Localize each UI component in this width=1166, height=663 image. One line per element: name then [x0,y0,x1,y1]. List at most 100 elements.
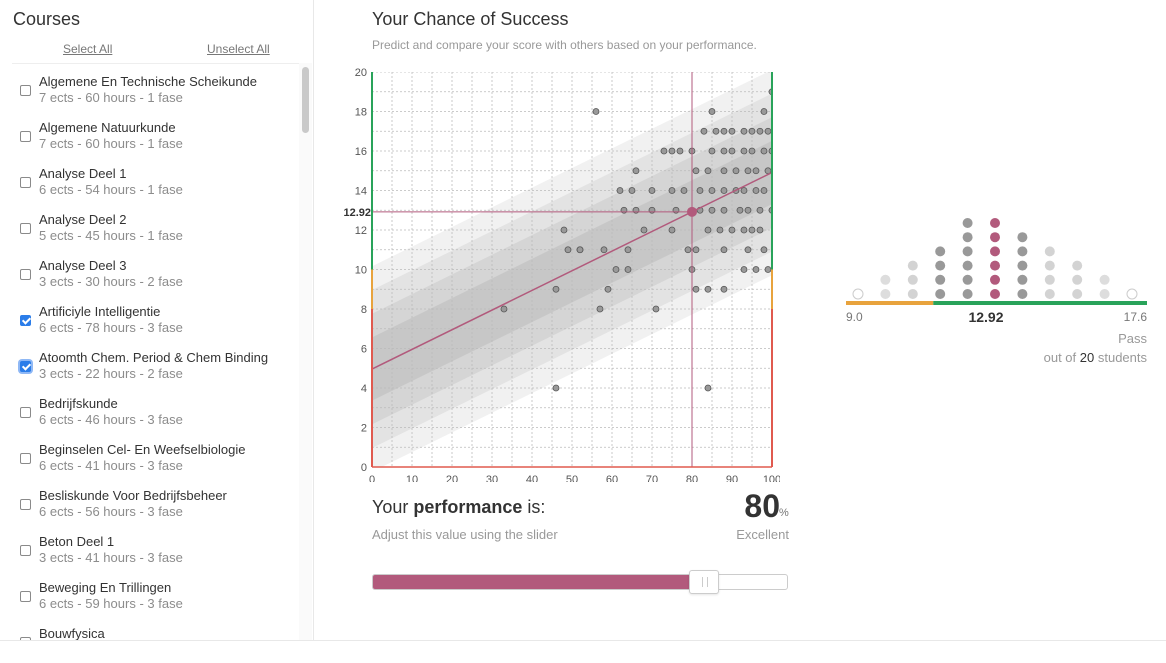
distribution-dot [907,260,918,271]
course-checkbox[interactable] [20,177,31,188]
distribution-dot [1126,288,1138,300]
course-item[interactable]: Algemene Natuurkunde 7 ects - 60 hours - … [12,110,292,156]
data-point [684,246,692,254]
course-item[interactable]: Bedrijfskunde 6 ects - 46 hours - 3 fase [12,386,292,432]
predicted-value-label: 12.92 [343,207,371,219]
x-tick-label: 70 [646,474,658,482]
data-point [692,167,700,175]
distribution-dot [1017,289,1028,299]
data-point [744,246,752,254]
course-checkbox[interactable] [20,591,31,602]
data-point [720,147,728,155]
distribution-dot [880,274,891,285]
course-name: Beginselen Cel- En Weefselbiologie [39,442,246,457]
data-point [720,187,728,194]
course-item[interactable]: Artificiyle Intelligentie 6 ects - 78 hou… [12,294,292,340]
data-point [676,147,684,155]
data-point [760,187,768,194]
course-item[interactable]: Bouwfysica [12,616,292,641]
slider-handle[interactable] [689,570,720,594]
course-item[interactable]: Besliskunde Voor Bedrijfsbeheer 6 ects - … [12,478,292,524]
data-point [712,127,720,135]
course-item[interactable]: Analyse Deel 33 ects - 30 hours - 2 fase [12,248,292,294]
slider-hint: Adjust this value using the slider [372,527,558,542]
course-checkbox[interactable] [20,85,31,96]
distribution-dot [990,289,1000,299]
performance-slider[interactable] [372,570,788,594]
course-item[interactable]: Beweging En Trillingen 6 ects - 59 hours … [12,570,292,616]
data-point [760,147,768,155]
student-count: out of 20 students [990,350,1147,365]
data-point [700,127,708,135]
data-point [708,108,716,115]
course-checkbox[interactable] [20,131,31,142]
course-item[interactable]: Analyse Deel 25 ects - 45 hours - 1 fase [12,202,292,248]
count-value: 20 [1079,350,1095,365]
data-point [764,266,772,273]
course-name: Algemene En Technische Scheikunde [39,74,258,89]
distribution-dot [990,274,1000,285]
perf-prefix: Your [372,497,414,517]
x-tick-label: 0 [369,474,375,482]
course-name: Algemene Natuurkunde [39,120,176,135]
data-point [704,226,712,234]
data-point [640,226,648,234]
data-point [708,147,716,155]
y-tick-label: 8 [361,304,367,316]
course-checkbox[interactable] [20,407,31,418]
data-point [668,147,676,155]
distribution-dot [962,289,973,299]
course-list-scrollbar[interactable] [299,63,312,640]
course-checkbox[interactable] [20,361,31,372]
data-point [660,147,668,155]
data-point [696,187,704,194]
course-list: Algemene En Technische Scheikunde 7 ects … [12,63,299,641]
y-tick-label: 4 [361,383,367,395]
course-item[interactable]: Beton Deel 13 ects - 41 hours - 3 fase [12,524,292,570]
x-tick-label: 10 [406,474,418,482]
data-point [752,167,760,175]
data-point [744,167,752,175]
plot-area [372,72,772,467]
data-point [692,285,700,293]
course-item[interactable]: Analyse Deel 16 ects - 54 hours - 1 fase [12,156,292,202]
course-meta: 6 ects - 46 hours - 3 fase [39,412,183,427]
data-point [620,206,628,214]
course-checkbox[interactable] [20,315,31,326]
select-all-link[interactable]: Select All [63,42,112,56]
data-point [748,147,756,155]
course-item[interactable]: Atoomth Chem. Period & Chem Binding 3 ect… [12,340,292,386]
distribution-dot [990,232,1000,243]
page-title: Your Chance of Success [372,9,569,29]
scrollbar-thumb[interactable] [302,67,309,133]
data-point [748,127,756,135]
course-meta: 3 ects - 41 hours - 3 fase [39,550,183,565]
distribution-dot [1044,260,1055,271]
data-point [624,246,632,254]
data-point [740,226,748,234]
page-subtitle: Predict and compare your score with othe… [372,38,757,52]
course-item[interactable]: Beginselen Cel- En Weefselbiologie 6 ects… [12,432,292,478]
distribution-dot [990,218,1000,228]
x-tick-label: 80 [686,474,698,482]
unselect-all-link[interactable]: Unselect All [207,42,270,56]
distribution-max-label: 17.6 [1124,310,1148,324]
data-point [576,246,584,254]
data-point [732,167,740,175]
distribution-dot [907,289,918,299]
course-checkbox[interactable] [20,223,31,234]
data-point [756,127,764,135]
data-point [564,246,572,254]
course-meta: 6 ects - 41 hours - 3 fase [39,458,183,473]
course-checkbox[interactable] [20,269,31,280]
sidebar-title: Courses [13,9,81,29]
data-point [592,108,600,115]
course-checkbox[interactable] [20,545,31,556]
data-point [616,187,624,194]
data-point [720,246,728,254]
course-checkbox[interactable] [20,453,31,464]
distribution-dot [1017,246,1028,257]
distribution-dot [1099,289,1110,299]
course-item[interactable]: Algemene En Technische Scheikunde 7 ects … [12,64,292,110]
course-checkbox[interactable] [20,499,31,510]
